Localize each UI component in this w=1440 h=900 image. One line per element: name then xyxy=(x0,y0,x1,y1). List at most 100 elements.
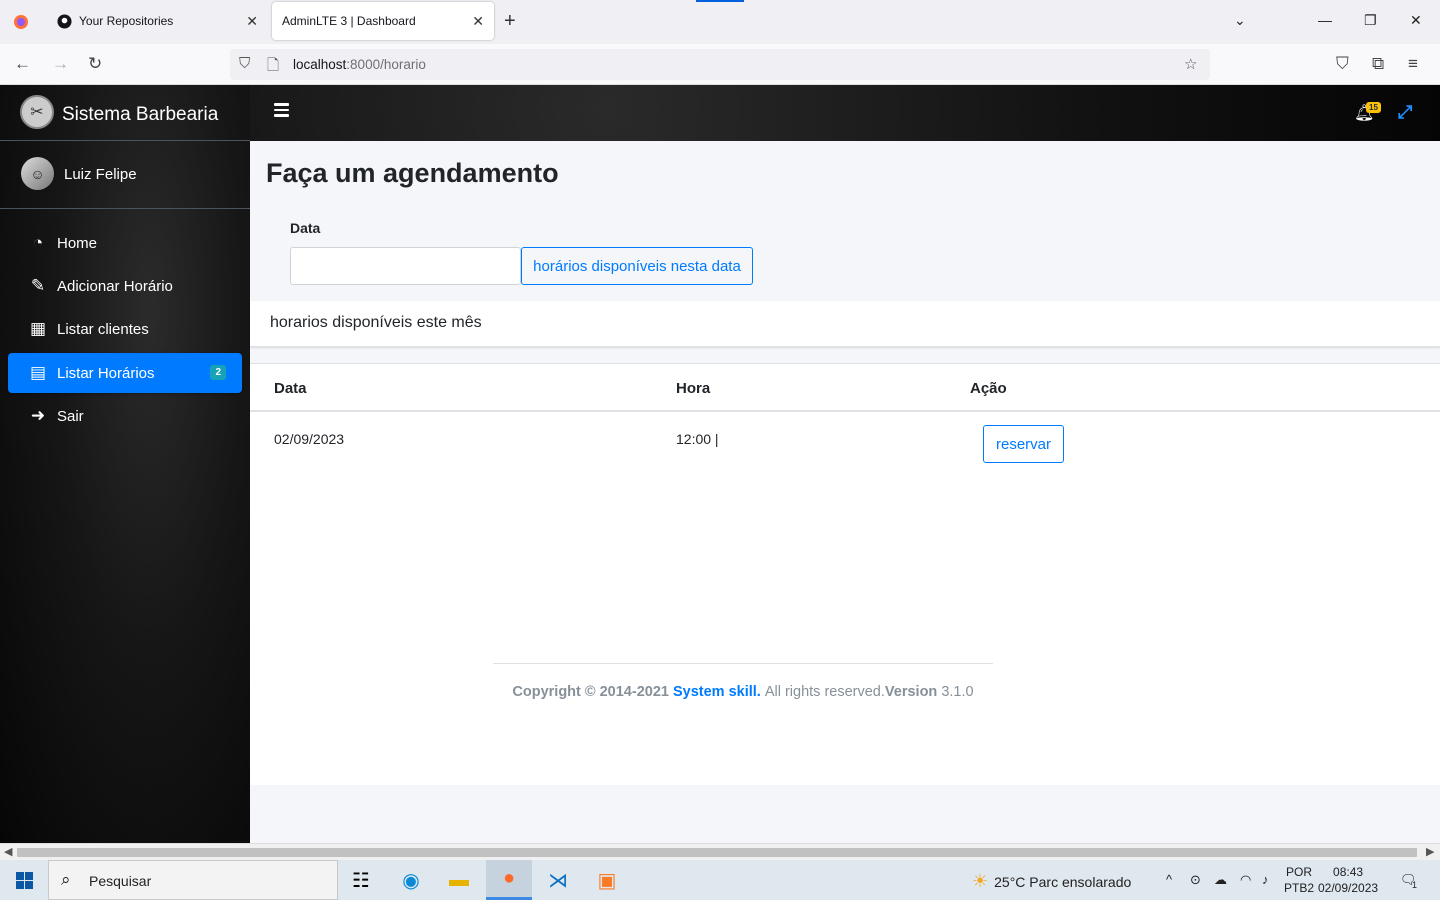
page-icon[interactable]: 🗋 xyxy=(267,55,279,80)
version-label: Version xyxy=(884,684,938,700)
cell-hora: 12:00 | xyxy=(676,431,719,447)
tab-label: Your Repositories xyxy=(79,14,174,28)
brand-logo-icon: ✂ xyxy=(20,95,54,129)
shield-icon[interactable]: ⛉ xyxy=(239,55,250,72)
taskbar: ⌕ Pesquisar ☷ ◉ ▬ ● ⋊ ▣ ☀ 25°C Parc enso… xyxy=(0,860,1440,900)
sidebar-item-label: Home xyxy=(57,234,98,252)
tray-chevron-icon[interactable]: ^ xyxy=(1166,872,1172,887)
date-label: Data xyxy=(290,220,321,236)
bookmark-star-icon[interactable]: ☆ xyxy=(1184,55,1197,73)
avatar: ☺ xyxy=(21,157,54,190)
reload-icon[interactable]: ↻ xyxy=(88,54,102,74)
meet-icon[interactable]: ⊙ xyxy=(1190,872,1201,888)
fullscreen-icon[interactable]: ⤢ xyxy=(1398,102,1412,123)
lang-top: POR xyxy=(1286,865,1313,879)
clock-date: 02/09/2023 xyxy=(1318,881,1379,895)
calendar-icon: ▤ xyxy=(29,363,47,382)
language-indicator[interactable]: POR PTB2 xyxy=(1284,864,1314,896)
clock[interactable]: 08:43 02/09/2023 xyxy=(1318,864,1378,896)
brand-link[interactable]: ✂ Sistema Barbearia xyxy=(0,85,250,141)
task-view-icon[interactable]: ☷ xyxy=(338,860,384,900)
taskbar-search[interactable]: ⌕ Pesquisar xyxy=(48,860,338,900)
notification-center-count: 1 xyxy=(1412,880,1418,890)
user-name[interactable]: Luiz Felipe xyxy=(64,166,137,183)
main-footer: Copyright © 2014-2021 System skill. All … xyxy=(493,663,993,720)
windows-start-icon[interactable] xyxy=(16,872,33,889)
notification-badge: 15 xyxy=(1366,102,1381,113)
available-times-button[interactable]: horários disponíveis nesta data xyxy=(521,247,753,285)
card-title: horarios disponíveis este mês xyxy=(270,314,482,331)
copyright-text: Copyright © 2014-2021 xyxy=(512,684,669,700)
github-icon xyxy=(56,13,72,29)
sidebar-item-sair[interactable]: ➜ Sair xyxy=(8,396,242,436)
header-divider xyxy=(250,410,1440,412)
user-panel: ☺ Luiz Felipe xyxy=(0,141,250,209)
content-wrapper: Faça um agendamento Data horários dispon… xyxy=(250,141,1440,843)
scrollbar-thumb[interactable] xyxy=(17,848,1417,857)
tab-your-repositories[interactable]: Your Repositories ✕ xyxy=(46,2,268,40)
table-icon: ▦ xyxy=(29,319,47,338)
column-header-hora: Hora xyxy=(676,380,711,397)
brand-text: Sistema Barbearia xyxy=(62,104,219,125)
url-bar[interactable]: ⛉ 🗋 localhost:8000/horario ☆ xyxy=(230,49,1210,80)
back-icon[interactable]: ← xyxy=(14,54,31,74)
sidebar-item-label: Listar clientes xyxy=(57,320,149,338)
clock-time: 08:43 xyxy=(1333,865,1364,879)
extensions-icon[interactable]: ⧉ xyxy=(1372,54,1384,74)
volume-icon[interactable]: ♪ xyxy=(1262,872,1269,887)
restore-button[interactable]: ❐ xyxy=(1364,12,1377,29)
firefox-icon[interactable]: ● xyxy=(486,860,532,900)
sidebar-item-label: Listar Horários xyxy=(57,364,155,382)
tab-adminlte-dashboard[interactable]: AdminLTE 3 | Dashboard ✕ xyxy=(272,2,494,40)
schedule-table: Data Hora Ação 02/09/2023 12:00 | reserv… xyxy=(250,363,1440,785)
sidebar-item-label: Sair xyxy=(57,407,84,425)
list-all-tabs-icon[interactable]: ⌄ xyxy=(1234,12,1246,29)
main-header: 🔔︎ 15 ⤢ xyxy=(250,85,1440,141)
wifi-icon[interactable]: ◠ xyxy=(1240,872,1251,888)
column-header-acao: Ação xyxy=(970,380,1007,397)
vscode-icon[interactable]: ⋊ xyxy=(535,860,581,900)
sidebar-item-listar-horarios[interactable]: ▤ Listar Horários 2 xyxy=(8,353,242,393)
forward-icon[interactable]: → xyxy=(52,54,69,74)
menu-icon[interactable]: ≡ xyxy=(1408,54,1418,74)
edge-icon[interactable]: ◉ xyxy=(388,860,434,900)
sidebar-item-label: Adicionar Horário xyxy=(57,277,173,295)
scroll-left-icon[interactable]: ◀ xyxy=(4,845,12,858)
drag-indicator xyxy=(696,0,744,2)
file-explorer-icon[interactable]: ▬ xyxy=(436,860,482,900)
hamburger-icon[interactable] xyxy=(274,103,289,117)
rights-text: All rights reserved. xyxy=(764,684,885,700)
dashboard-icon: ◔ xyxy=(32,233,44,252)
horizontal-scrollbar[interactable]: ◀ ▶ xyxy=(0,843,1440,860)
version-number: 3.1.0 xyxy=(941,684,974,700)
browser-tabbar: Your Repositories ✕ AdminLTE 3 | Dashboa… xyxy=(0,0,1440,44)
weather-widget[interactable]: ☀ 25°C Parc ensolarado xyxy=(972,871,1131,892)
onedrive-icon[interactable]: ☁ xyxy=(1214,872,1227,888)
weather-text: 25°C Parc ensolarado xyxy=(994,873,1132,890)
page-title: Faça um agendamento xyxy=(266,158,559,188)
reserve-button[interactable]: reservar xyxy=(983,425,1064,463)
edit-icon: ✎ xyxy=(30,276,46,295)
scroll-right-icon[interactable]: ▶ xyxy=(1426,845,1434,858)
close-tab-icon[interactable]: ✕ xyxy=(472,13,484,30)
firefox-view-icon[interactable] xyxy=(0,0,42,44)
new-tab-button[interactable]: + xyxy=(504,10,516,33)
search-icon: ⌕ xyxy=(61,870,71,889)
lang-bottom: PTB2 xyxy=(1284,881,1315,895)
menu-badge: 2 xyxy=(210,365,226,380)
url-text[interactable]: localhost:8000/horario xyxy=(293,57,426,72)
close-window-button[interactable]: ✕ xyxy=(1410,12,1422,29)
card-header: horarios disponíveis este mês xyxy=(250,301,1440,347)
sign-out-icon: ➜ xyxy=(30,406,46,425)
sidebar-item-home[interactable]: ◔ Home xyxy=(8,223,242,263)
tab-label: AdminLTE 3 | Dashboard xyxy=(282,14,416,28)
sidebar-item-adicionar-horario[interactable]: ✎ Adicionar Horário xyxy=(8,266,242,306)
xampp-icon[interactable]: ▣ xyxy=(584,860,630,900)
company-link[interactable]: System skill. xyxy=(673,684,761,700)
sidebar-item-listar-clientes[interactable]: ▦ Listar clientes xyxy=(8,309,242,349)
close-tab-icon[interactable]: ✕ xyxy=(246,13,258,30)
date-input[interactable] xyxy=(290,247,521,285)
pocket-icon[interactable]: ⛉ xyxy=(1336,54,1349,74)
minimize-button[interactable]: — xyxy=(1318,12,1332,28)
browser-navbar: ← → ↻ ⛉ 🗋 localhost:8000/horario ☆ ⛉ ⧉ ≡ xyxy=(0,44,1440,85)
